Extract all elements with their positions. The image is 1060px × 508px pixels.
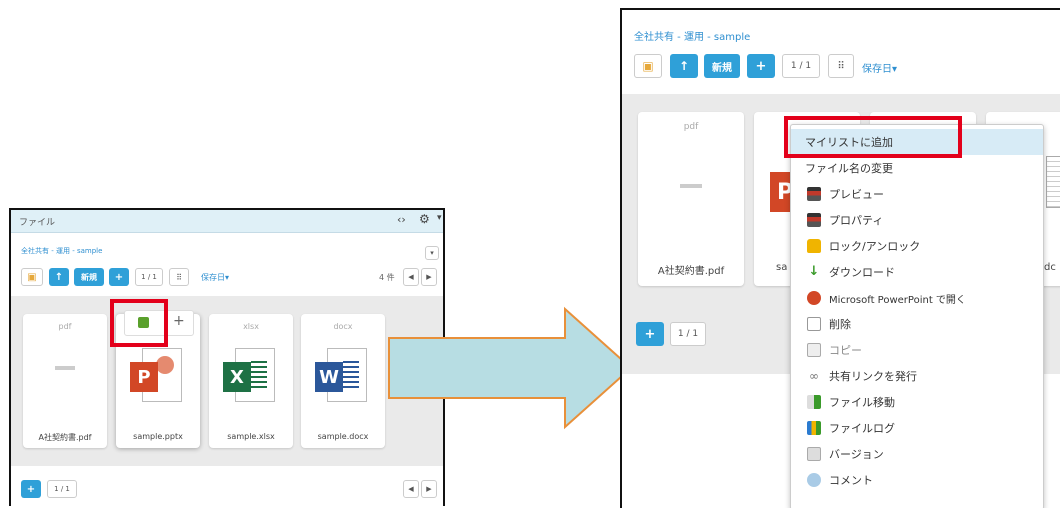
menu-item-file-log[interactable]: ファイルログ bbox=[791, 415, 1043, 441]
download-icon: ↓ bbox=[808, 264, 820, 279]
folder-icon[interactable]: ▣ bbox=[634, 54, 662, 78]
file-name: A社契約書.pdf bbox=[657, 266, 725, 277]
pdf-thumbnail-icon bbox=[680, 184, 702, 188]
menu-item-download[interactable]: ↓ ダウンロード bbox=[791, 259, 1043, 285]
folder-icon[interactable]: ▣ bbox=[21, 268, 43, 286]
footer-add-button[interactable]: + bbox=[636, 322, 664, 346]
file-card-pdf[interactable]: pdf A社契約書.pdf bbox=[23, 314, 107, 448]
powerpoint-icon: P bbox=[130, 348, 182, 408]
file-card-xlsx[interactable]: xlsx X sample.xlsx bbox=[209, 314, 293, 448]
excel-icon: X bbox=[223, 348, 275, 408]
footer-page-indicator: 1 / 1 bbox=[670, 322, 706, 346]
menu-item-version[interactable]: バージョン bbox=[791, 441, 1043, 467]
file-ext: pdf bbox=[683, 122, 699, 132]
add-button[interactable]: + bbox=[747, 54, 775, 78]
word-icon: W bbox=[315, 348, 367, 408]
context-menu: マイリストに追加 ファイル名の変更 プレビュー プロパティ ロック/アンロック … bbox=[790, 124, 1044, 508]
file-name: sample.xlsx bbox=[227, 432, 275, 441]
file-name: A社契約書.pdf bbox=[38, 433, 92, 442]
file-name: sa bbox=[776, 262, 788, 273]
file-ext: docx bbox=[333, 322, 353, 331]
highlight-mylist-menu bbox=[784, 116, 962, 158]
file-card-pdf[interactable]: pdf A社契約書.pdf bbox=[638, 112, 744, 286]
hover-plus-button[interactable]: + bbox=[173, 313, 185, 329]
prev-page-button[interactable]: ◀ bbox=[403, 268, 419, 286]
property-icon bbox=[807, 213, 821, 227]
footer-page-indicator: 1 / 1 bbox=[47, 480, 77, 498]
breadcrumb[interactable]: 全社共有 - 運用 - sample bbox=[21, 246, 102, 256]
breadcrumb-dropdown[interactable]: ▾ bbox=[425, 246, 439, 260]
menu-item-preview[interactable]: プレビュー bbox=[791, 181, 1043, 207]
page-indicator: 1 / 1 bbox=[135, 268, 163, 286]
file-name: dc bbox=[1044, 262, 1056, 273]
pdf-thumbnail-icon bbox=[55, 366, 75, 370]
breadcrumb[interactable]: 全社共有 - 運用 - sample bbox=[634, 28, 750, 43]
new-button[interactable]: 新規 bbox=[704, 54, 740, 78]
menu-item-open-powerpoint[interactable]: Microsoft PowerPoint で開く bbox=[791, 285, 1043, 311]
grid-view-icon[interactable]: ⠿ bbox=[828, 54, 854, 78]
code-icon[interactable]: ‹› bbox=[397, 213, 406, 226]
panel-title: ファイル bbox=[19, 218, 56, 228]
lock-icon bbox=[807, 239, 821, 253]
next-page-button[interactable]: ▶ bbox=[421, 268, 437, 286]
menu-item-property[interactable]: プロパティ bbox=[791, 207, 1043, 233]
gear-icon[interactable]: ⚙ bbox=[419, 212, 430, 226]
footer-add-button[interactable]: + bbox=[21, 480, 41, 498]
menu-item-comment[interactable]: コメント bbox=[791, 467, 1043, 493]
sort-dropdown[interactable]: 保存日▾ bbox=[862, 60, 897, 75]
item-count: 4 件 bbox=[379, 273, 395, 282]
menu-item-rename[interactable]: ファイル名の変更 bbox=[791, 155, 1043, 181]
link-icon: ∞ bbox=[809, 369, 819, 383]
file-ext: xlsx bbox=[243, 322, 259, 331]
page-indicator: 1 / 1 bbox=[782, 54, 820, 78]
panel-header: ファイル ‹› ⚙ ▾ bbox=[11, 210, 443, 233]
version-icon bbox=[807, 447, 821, 461]
left-file-panel: ファイル ‹› ⚙ ▾ 全社共有 - 運用 - sample ▾ ▣ ↑ 新規 … bbox=[9, 208, 445, 506]
file-grid: pdf A社契約書.pdf P sample.pptx + xlsx X sam… bbox=[11, 296, 443, 466]
move-icon bbox=[807, 395, 821, 409]
comment-icon bbox=[807, 473, 821, 487]
footer-next-button[interactable]: ▶ bbox=[421, 480, 437, 498]
file-name: sample.pptx bbox=[133, 432, 183, 441]
right-file-panel: 全社共有 - 運用 - sample ▣ ↑ 新規 + 1 / 1 ⠿ 保存日▾… bbox=[620, 8, 1060, 508]
footer-prev-button[interactable]: ◀ bbox=[403, 480, 419, 498]
file-name: sample.docx bbox=[317, 432, 369, 441]
delete-icon bbox=[807, 317, 821, 331]
preview-icon bbox=[807, 187, 821, 201]
upload-button[interactable]: ↑ bbox=[670, 54, 698, 78]
grid-view-icon[interactable]: ⠿ bbox=[169, 268, 189, 286]
powerpoint-icon bbox=[807, 291, 821, 305]
menu-item-copy[interactable]: コピー bbox=[791, 337, 1043, 363]
menu-item-move[interactable]: ファイル移動 bbox=[791, 389, 1043, 415]
menu-item-delete[interactable]: 削除 bbox=[791, 311, 1043, 337]
log-icon bbox=[807, 421, 821, 435]
new-button[interactable]: 新規 bbox=[74, 268, 104, 286]
menu-item-share-link[interactable]: ∞ 共有リンクを発行 bbox=[791, 363, 1043, 389]
chevron-down-icon[interactable]: ▾ bbox=[437, 213, 442, 223]
file-ext: pdf bbox=[58, 322, 72, 331]
menu-item-lock[interactable]: ロック/アンロック bbox=[791, 233, 1043, 259]
copy-icon bbox=[807, 343, 821, 357]
sort-dropdown[interactable]: 保存日▾ bbox=[201, 272, 229, 283]
upload-button[interactable]: ↑ bbox=[49, 268, 69, 286]
arrow-right-icon bbox=[388, 306, 633, 430]
add-button[interactable]: + bbox=[109, 268, 129, 286]
word-page-icon bbox=[1046, 156, 1060, 208]
file-card-docx[interactable]: docx W sample.docx bbox=[301, 314, 385, 448]
highlight-mylist-hover bbox=[110, 299, 168, 347]
